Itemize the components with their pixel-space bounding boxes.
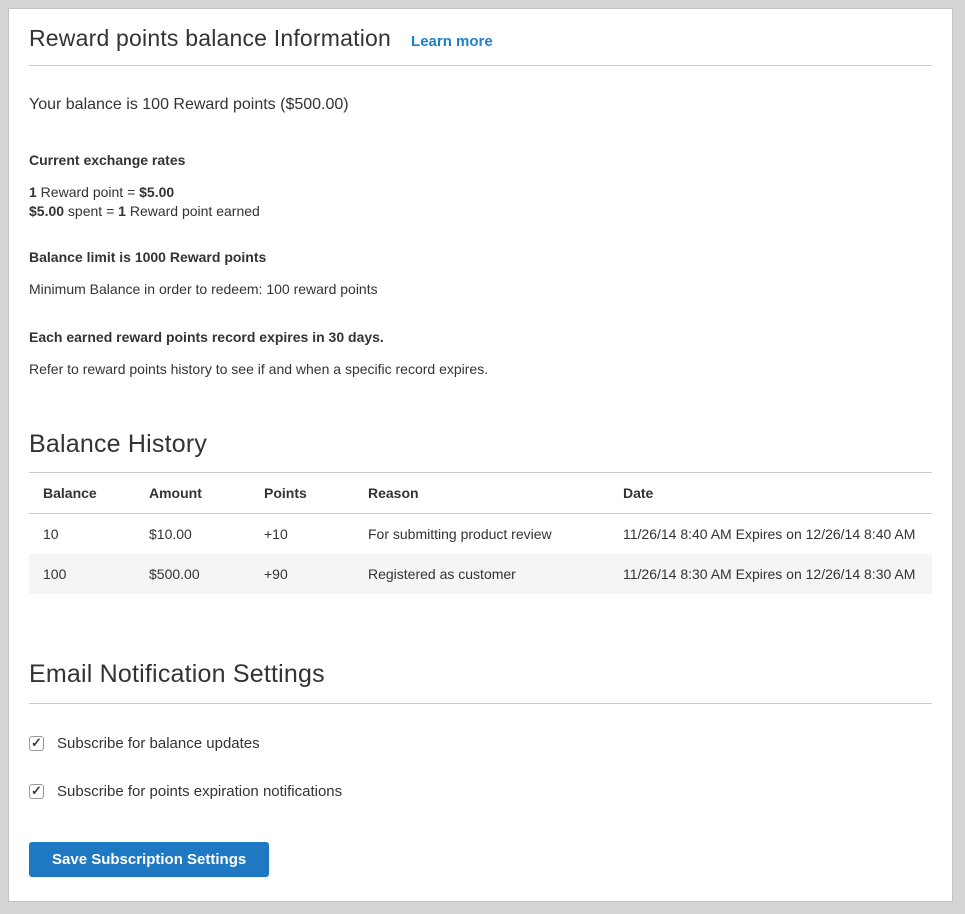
balance-updates-option: Subscribe for balance updates xyxy=(29,735,932,752)
cell-date: 11/26/14 8:30 AM Expires on 12/26/14 8:3… xyxy=(609,554,932,594)
page-title: Reward points balance Information xyxy=(29,25,391,52)
col-header-reason: Reason xyxy=(354,473,609,514)
expiration-notifications-option: Subscribe for points expiration notifica… xyxy=(29,783,932,800)
expiry-note: Refer to reward points history to see if… xyxy=(29,361,932,377)
minimum-balance-note: Minimum Balance in order to redeem: 100 … xyxy=(29,281,932,297)
balance-history-table: Balance Amount Points Reason Date 10 $10… xyxy=(29,472,932,594)
header-divider xyxy=(29,65,932,66)
table-row: 100 $500.00 +90 Registered as customer 1… xyxy=(29,554,932,594)
cell-amount: $10.00 xyxy=(135,514,250,555)
balance-updates-checkbox[interactable] xyxy=(29,736,44,751)
cell-date: 11/26/14 8:40 AM Expires on 12/26/14 8:4… xyxy=(609,514,932,555)
cell-reason: Registered as customer xyxy=(354,554,609,594)
exchange-rate-line-2: $5.00 spent = 1 Reward point earned xyxy=(29,202,932,221)
col-header-amount: Amount xyxy=(135,473,250,514)
exchange-rate-line-1: 1 Reward point = $5.00 xyxy=(29,183,932,202)
email-section-divider xyxy=(29,703,932,704)
cell-points: +90 xyxy=(250,554,354,594)
email-notification-heading: Email Notification Settings xyxy=(29,660,932,689)
reward-points-panel: Reward points balance Information Learn … xyxy=(8,8,953,902)
cell-points: +10 xyxy=(250,514,354,555)
cell-amount: $500.00 xyxy=(135,554,250,594)
cell-balance: 10 xyxy=(29,514,135,555)
table-row: 10 $10.00 +10 For submitting product rev… xyxy=(29,514,932,555)
cell-reason: For submitting product review xyxy=(354,514,609,555)
table-header-row: Balance Amount Points Reason Date xyxy=(29,473,932,514)
col-header-points: Points xyxy=(250,473,354,514)
exchange-rates: 1 Reward point = $5.00 $5.00 spent = 1 R… xyxy=(29,183,932,221)
balance-history-heading: Balance History xyxy=(29,430,932,459)
col-header-balance: Balance xyxy=(29,473,135,514)
balance-summary: Your balance is 100 Reward points ($500.… xyxy=(29,96,932,114)
expiration-notifications-label[interactable]: Subscribe for points expiration notifica… xyxy=(57,783,342,800)
exchange-rates-heading: Current exchange rates xyxy=(29,152,932,168)
page-header: Reward points balance Information Learn … xyxy=(29,25,932,52)
col-header-date: Date xyxy=(609,473,932,514)
expiry-heading: Each earned reward points record expires… xyxy=(29,329,932,345)
expiration-notifications-checkbox[interactable] xyxy=(29,784,44,799)
save-subscription-settings-button[interactable]: Save Subscription Settings xyxy=(29,842,269,877)
balance-limit-heading: Balance limit is 1000 Reward points xyxy=(29,249,932,265)
balance-updates-label[interactable]: Subscribe for balance updates xyxy=(57,735,260,752)
cell-balance: 100 xyxy=(29,554,135,594)
learn-more-link[interactable]: Learn more xyxy=(411,33,493,50)
